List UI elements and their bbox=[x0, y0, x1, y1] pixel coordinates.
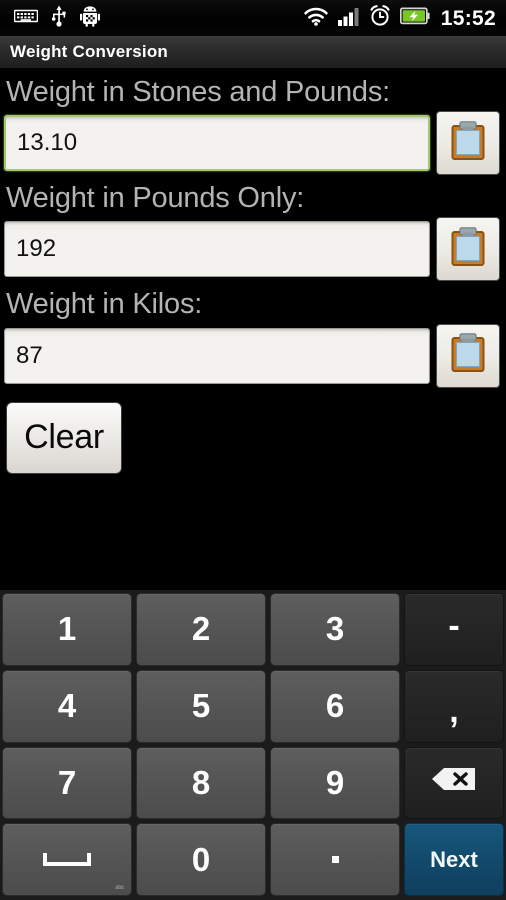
label-kilos: Weight in Kilos: bbox=[6, 288, 203, 321]
status-bar-right-icons: 15:52 bbox=[303, 5, 506, 31]
keyboard-row-4: abc 0 Next bbox=[2, 823, 504, 896]
key-next[interactable]: Next bbox=[404, 823, 504, 896]
key-minus-label: - bbox=[448, 607, 460, 646]
clear-button[interactable]: Clear bbox=[6, 401, 122, 474]
alarm-icon bbox=[369, 5, 391, 31]
key-2[interactable]: 2 bbox=[136, 593, 266, 666]
android-debug-icon bbox=[80, 5, 100, 32]
phone-screen: 15:52 Weight Conversion Weight in Stones… bbox=[0, 0, 506, 900]
wifi-icon bbox=[303, 6, 329, 31]
signal-icon bbox=[337, 6, 360, 31]
status-bar-left-icons bbox=[0, 5, 100, 32]
field-row-stones-and-pounds: 13.10 bbox=[0, 111, 506, 176]
key-5[interactable]: 5 bbox=[136, 669, 266, 743]
clipboard-icon bbox=[451, 120, 485, 166]
keyboard-icon bbox=[13, 8, 39, 29]
usb-icon bbox=[51, 5, 67, 32]
key-9[interactable]: 9 bbox=[270, 746, 400, 820]
input-stones-and-pounds[interactable]: 13.10 bbox=[4, 115, 430, 172]
clipboard-icon bbox=[451, 227, 485, 272]
key-7[interactable]: 7 bbox=[2, 746, 132, 820]
key-3[interactable]: 3 bbox=[270, 593, 400, 666]
copy-button-kilos[interactable] bbox=[436, 323, 500, 388]
clipboard-icon bbox=[451, 333, 485, 378]
status-bar: 15:52 bbox=[0, 0, 506, 36]
copy-button-pounds-only[interactable] bbox=[436, 217, 500, 282]
keyboard-row-3: 7 8 9 bbox=[2, 746, 504, 820]
numeric-keyboard: 1 2 3 - 4 5 6 , 7 8 9 abc 0 Next bbox=[0, 590, 506, 900]
page-title: Weight Conversion bbox=[10, 42, 168, 61]
key-8[interactable]: 8 bbox=[136, 746, 266, 820]
key-backspace[interactable] bbox=[404, 746, 504, 820]
space-keyboard-hint: abc bbox=[115, 885, 124, 891]
period-icon bbox=[331, 856, 339, 864]
key-comma[interactable]: , bbox=[404, 669, 504, 743]
key-space[interactable]: abc bbox=[2, 823, 132, 896]
status-bar-clock: 15:52 bbox=[440, 6, 496, 30]
backspace-icon bbox=[431, 766, 477, 800]
field-row-kilos: 87 bbox=[0, 323, 506, 388]
battery-charging-icon bbox=[399, 7, 430, 30]
copy-button-stones-and-pounds[interactable] bbox=[436, 111, 500, 176]
space-bar-icon bbox=[43, 853, 91, 867]
key-comma-label: , bbox=[449, 692, 459, 731]
label-stones-and-pounds: Weight in Stones and Pounds: bbox=[6, 76, 391, 108]
key-minus[interactable]: - bbox=[404, 593, 504, 666]
key-6[interactable]: 6 bbox=[270, 669, 400, 743]
keyboard-row-1: 1 2 3 - bbox=[2, 593, 504, 666]
key-period[interactable] bbox=[270, 823, 400, 896]
label-pounds-only: Weight in Pounds Only: bbox=[6, 182, 305, 215]
main-content: Weight in Stones and Pounds: 13.10 Weigh… bbox=[0, 69, 506, 590]
key-0[interactable]: 0 bbox=[136, 823, 266, 896]
keyboard-row-2: 4 5 6 , bbox=[2, 669, 504, 743]
app-title-bar: Weight Conversion bbox=[0, 36, 506, 69]
key-1[interactable]: 1 bbox=[2, 593, 132, 666]
key-4[interactable]: 4 bbox=[2, 669, 132, 743]
field-row-pounds-only: 192 bbox=[0, 217, 506, 282]
input-kilos[interactable]: 87 bbox=[4, 327, 430, 384]
input-pounds-only[interactable]: 192 bbox=[4, 221, 430, 278]
